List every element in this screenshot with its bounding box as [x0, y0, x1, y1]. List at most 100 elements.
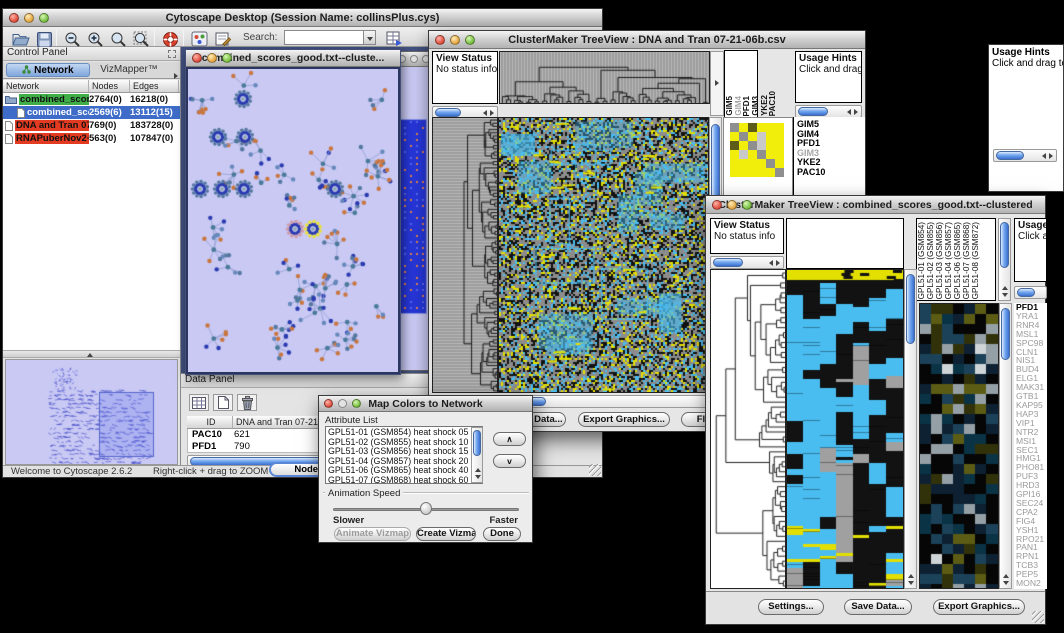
matrix-cell[interactable]: [748, 159, 757, 168]
minimize-icon[interactable]: [727, 200, 737, 210]
float-panel-icon[interactable]: [168, 50, 176, 58]
network-overview-canvas[interactable]: [6, 360, 177, 464]
attribute-item[interactable]: GPL51-07 (GSM868) heat shock 60 min: [328, 476, 482, 484]
zoom-in-icon[interactable]: [85, 30, 105, 48]
resize-grip[interactable]: [1032, 611, 1044, 623]
move-up-button[interactable]: ∧: [493, 432, 526, 446]
export-graphics-button[interactable]: Export Graphics...: [933, 599, 1025, 615]
column-labels-vscrollbar[interactable]: [998, 218, 1011, 301]
treeview-dna-title-bar[interactable]: ClusterMaker TreeView : DNA and Tran 07-…: [429, 31, 865, 49]
minimize-icon[interactable]: [207, 53, 217, 63]
tab-vizmapper[interactable]: VizMapper™: [93, 63, 165, 77]
network-overview-panel[interactable]: [5, 359, 178, 465]
matrix-cell[interactable]: [757, 141, 766, 150]
matrix-cell[interactable]: [730, 168, 739, 177]
help-lifering-icon[interactable]: [160, 30, 180, 48]
view-status-scrollbar[interactable]: [710, 256, 784, 269]
matrix-cell[interactable]: [730, 141, 739, 150]
column-header-network[interactable]: Network: [3, 80, 89, 92]
attribute-item[interactable]: GPL51-01 (GSM854) heat shock 05 min: [328, 428, 482, 438]
row-label[interactable]: PAC10: [797, 168, 865, 178]
close-icon[interactable]: [192, 53, 202, 63]
close-icon[interactable]: [324, 399, 333, 408]
animation-speed-slider-thumb[interactable]: [420, 502, 432, 515]
dialog-title-bar[interactable]: Map Colors to Network: [319, 396, 532, 412]
matrix-cell[interactable]: [757, 168, 766, 177]
minimize-icon[interactable]: [24, 13, 34, 23]
network-table-row[interactable]: combined_scores2764(0)16218(0): [3, 93, 180, 106]
panel-divider-strip[interactable]: [710, 51, 724, 116]
usage-hints-scrollbar[interactable]: [993, 149, 1057, 162]
panel-splitter[interactable]: [3, 350, 180, 358]
animate-vizmap-button[interactable]: Animate Vizmap: [334, 527, 411, 541]
matrix-cell[interactable]: [739, 141, 748, 150]
close-icon[interactable]: [712, 200, 722, 210]
matrix-cell[interactable]: [739, 150, 748, 159]
search-dropdown-button[interactable]: [363, 30, 376, 45]
zoom-window-icon[interactable]: [222, 53, 232, 63]
matrix-cell[interactable]: [775, 132, 784, 141]
matrix-cell[interactable]: [739, 123, 748, 132]
heatmap-canvas[interactable]: [498, 117, 709, 393]
matrix-cell[interactable]: [757, 159, 766, 168]
row-dendrogram-canvas[interactable]: [710, 269, 786, 589]
matrix-cell[interactable]: [757, 150, 766, 159]
minimize-icon[interactable]: [338, 399, 347, 408]
column-header-nodes[interactable]: Nodes: [89, 80, 130, 92]
import-table-icon[interactable]: [384, 30, 404, 48]
tab-network[interactable]: Network: [6, 63, 90, 77]
annotation-icon[interactable]: [213, 30, 233, 48]
matrix-cell[interactable]: [730, 123, 739, 132]
resize-grip[interactable]: [589, 464, 601, 476]
matrix-cell[interactable]: [775, 159, 784, 168]
main-title-bar[interactable]: Cytoscape Desktop (Session Name: collins…: [3, 9, 602, 27]
attribute-select-icon[interactable]: [189, 394, 209, 411]
matrix-cell[interactable]: [748, 141, 757, 150]
row-dendrogram-canvas[interactable]: [432, 117, 498, 393]
save-icon[interactable]: [34, 30, 54, 48]
matrix-cell[interactable]: [739, 159, 748, 168]
network-view-title-bar[interactable]: combined_scores_good.txt--cluste...: [186, 50, 400, 67]
zoom-window-icon[interactable]: [742, 200, 752, 210]
export-graphics-button[interactable]: Export Graphics...: [578, 412, 670, 427]
matrix-cell[interactable]: [739, 132, 748, 141]
zoom-window-icon[interactable]: [39, 13, 49, 23]
matrix-cell[interactable]: [748, 123, 757, 132]
matrix-cell[interactable]: [739, 168, 748, 177]
matrix-cell[interactable]: [775, 150, 784, 159]
zoom-fit-icon[interactable]: [131, 30, 151, 48]
attribute-list-vscrollbar[interactable]: [471, 427, 483, 483]
zoom-window-icon[interactable]: [352, 399, 361, 408]
matrix-cell[interactable]: [775, 141, 784, 150]
network-table-row[interactable]: DNA and Tran 07769(0)183728(0): [3, 119, 180, 132]
close-icon[interactable]: [435, 35, 445, 45]
network-table-row[interactable]: RNAPuberNov2+563(0)107847(0): [3, 132, 180, 145]
move-down-button[interactable]: v: [493, 454, 526, 468]
matrix-cell[interactable]: [748, 168, 757, 177]
create-vizmap-button[interactable]: Create Vizmap: [416, 527, 476, 541]
gene-label[interactable]: MON2: [1016, 579, 1047, 588]
heatmap-zoom-canvas[interactable]: [919, 303, 999, 589]
matrix-cell[interactable]: [748, 132, 757, 141]
column-dendrogram-area[interactable]: [786, 218, 904, 269]
usage-hints-scrollbar[interactable]: [1014, 286, 1047, 299]
correlation-matrix[interactable]: [730, 123, 784, 177]
matrix-cell[interactable]: [775, 168, 784, 177]
save-data-button[interactable]: Save Data...: [844, 599, 912, 615]
close-icon[interactable]: [9, 13, 19, 23]
matrix-cell[interactable]: [748, 150, 757, 159]
matrix-cell[interactable]: [757, 123, 766, 132]
attribute-item[interactable]: GPL51-04 (GSM857) heat shock 20 min: [328, 457, 482, 467]
new-attribute-icon[interactable]: [213, 394, 233, 411]
matrix-cell[interactable]: [730, 150, 739, 159]
attribute-item[interactable]: GPL51-02 (GSM855) heat shock 10 min: [328, 438, 482, 448]
matrix-cell[interactable]: [766, 150, 775, 159]
column-header-edges[interactable]: Edges: [130, 80, 179, 92]
attribute-item[interactable]: GPL51-03 (GSM856) heat shock 15 min: [328, 447, 482, 457]
heatmap-canvas[interactable]: [786, 269, 904, 589]
matrix-cell[interactable]: [766, 123, 775, 132]
matrix-cell[interactable]: [766, 168, 775, 177]
matrix-cell[interactable]: [730, 159, 739, 168]
open-file-icon[interactable]: [11, 30, 31, 48]
treeview-combined-title-bar[interactable]: ClusterMaker TreeView : combined_scores_…: [706, 196, 1045, 214]
